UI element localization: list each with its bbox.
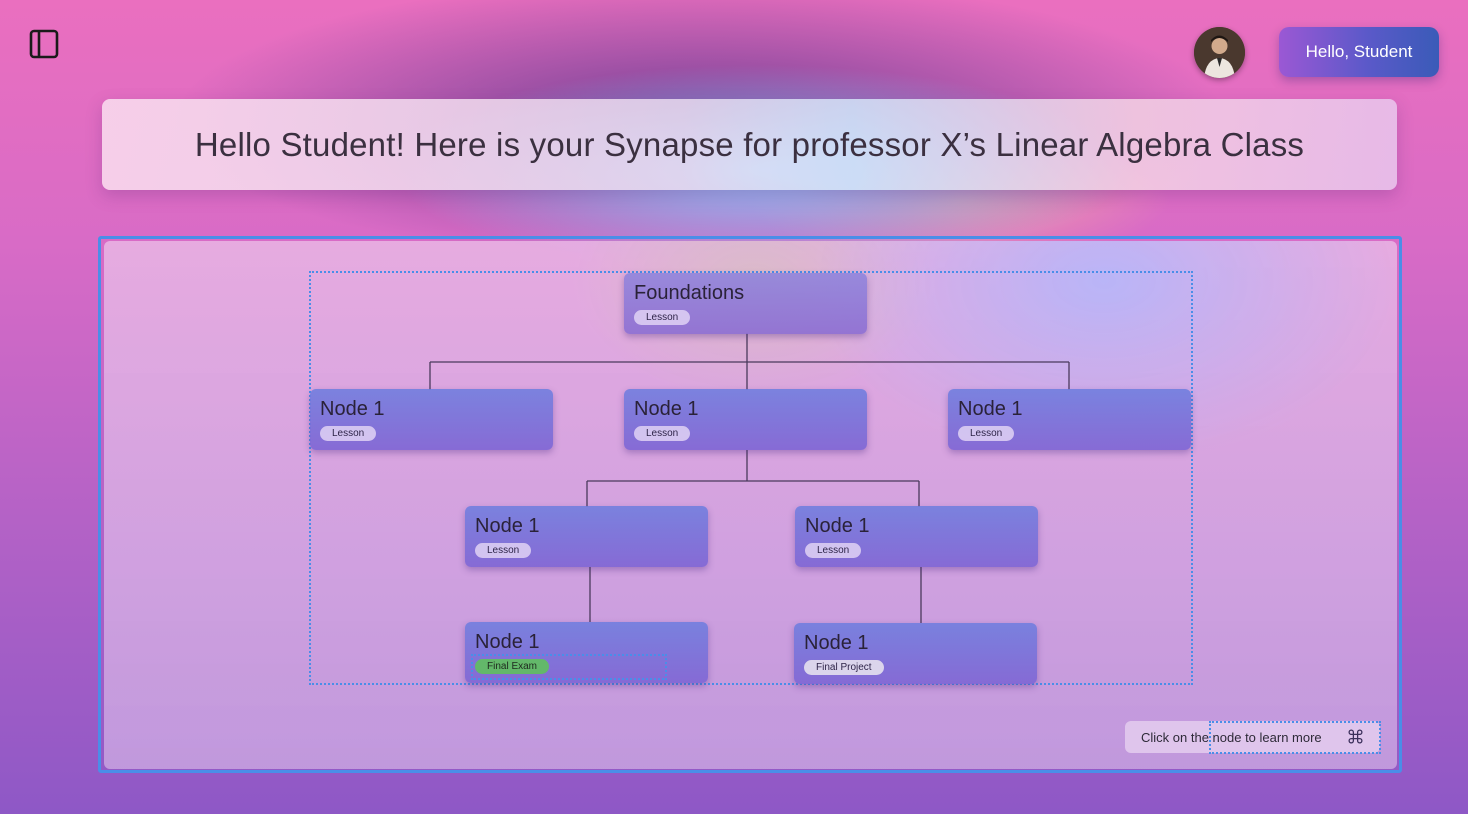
node-title: Node 1 <box>805 515 870 537</box>
title-banner: Hello Student! Here is your Synapse for … <box>102 99 1397 190</box>
greeting-button[interactable]: Hello, Student <box>1279 27 1439 77</box>
node-level2-left[interactable]: Node 1 Lesson <box>465 506 708 567</box>
node-tag: Lesson <box>634 426 691 441</box>
command-key-icon[interactable] <box>1347 728 1364 745</box>
node-level1-right[interactable]: Node 1 Lesson <box>948 389 1191 450</box>
node-title: Node 1 <box>804 632 869 654</box>
node-level1-center[interactable]: Node 1 Lesson <box>624 389 867 450</box>
node-title: Node 1 <box>958 398 1023 420</box>
node-title: Node 1 <box>634 398 699 420</box>
final-exam-selection-box <box>471 654 667 680</box>
node-tag: Lesson <box>475 543 532 558</box>
page-title: Hello Student! Here is your Synapse for … <box>194 125 1305 163</box>
node-foundations[interactable]: Foundations Lesson <box>624 273 867 334</box>
app-page: Hello, Student Hello Student! Here is yo… <box>0 0 1468 814</box>
node-title: Node 1 <box>475 631 540 653</box>
node-title: Node 1 <box>320 398 385 420</box>
node-tag: Lesson <box>320 426 377 441</box>
node-level2-right[interactable]: Node 1 Lesson <box>795 506 1038 567</box>
avatar[interactable] <box>1194 27 1245 78</box>
node-level1-left[interactable]: Node 1 Lesson <box>310 389 553 450</box>
node-tag: Lesson <box>958 426 1015 441</box>
node-tag: Lesson <box>634 310 691 325</box>
node-title: Node 1 <box>475 515 540 537</box>
node-title: Foundations <box>634 282 745 304</box>
final-project-tag: Final Project <box>804 660 884 675</box>
node-tag: Lesson <box>805 543 862 558</box>
sidebar-toggle-icon[interactable] <box>28 28 60 60</box>
node-final-project[interactable]: Node 1 Final Project <box>794 623 1037 684</box>
